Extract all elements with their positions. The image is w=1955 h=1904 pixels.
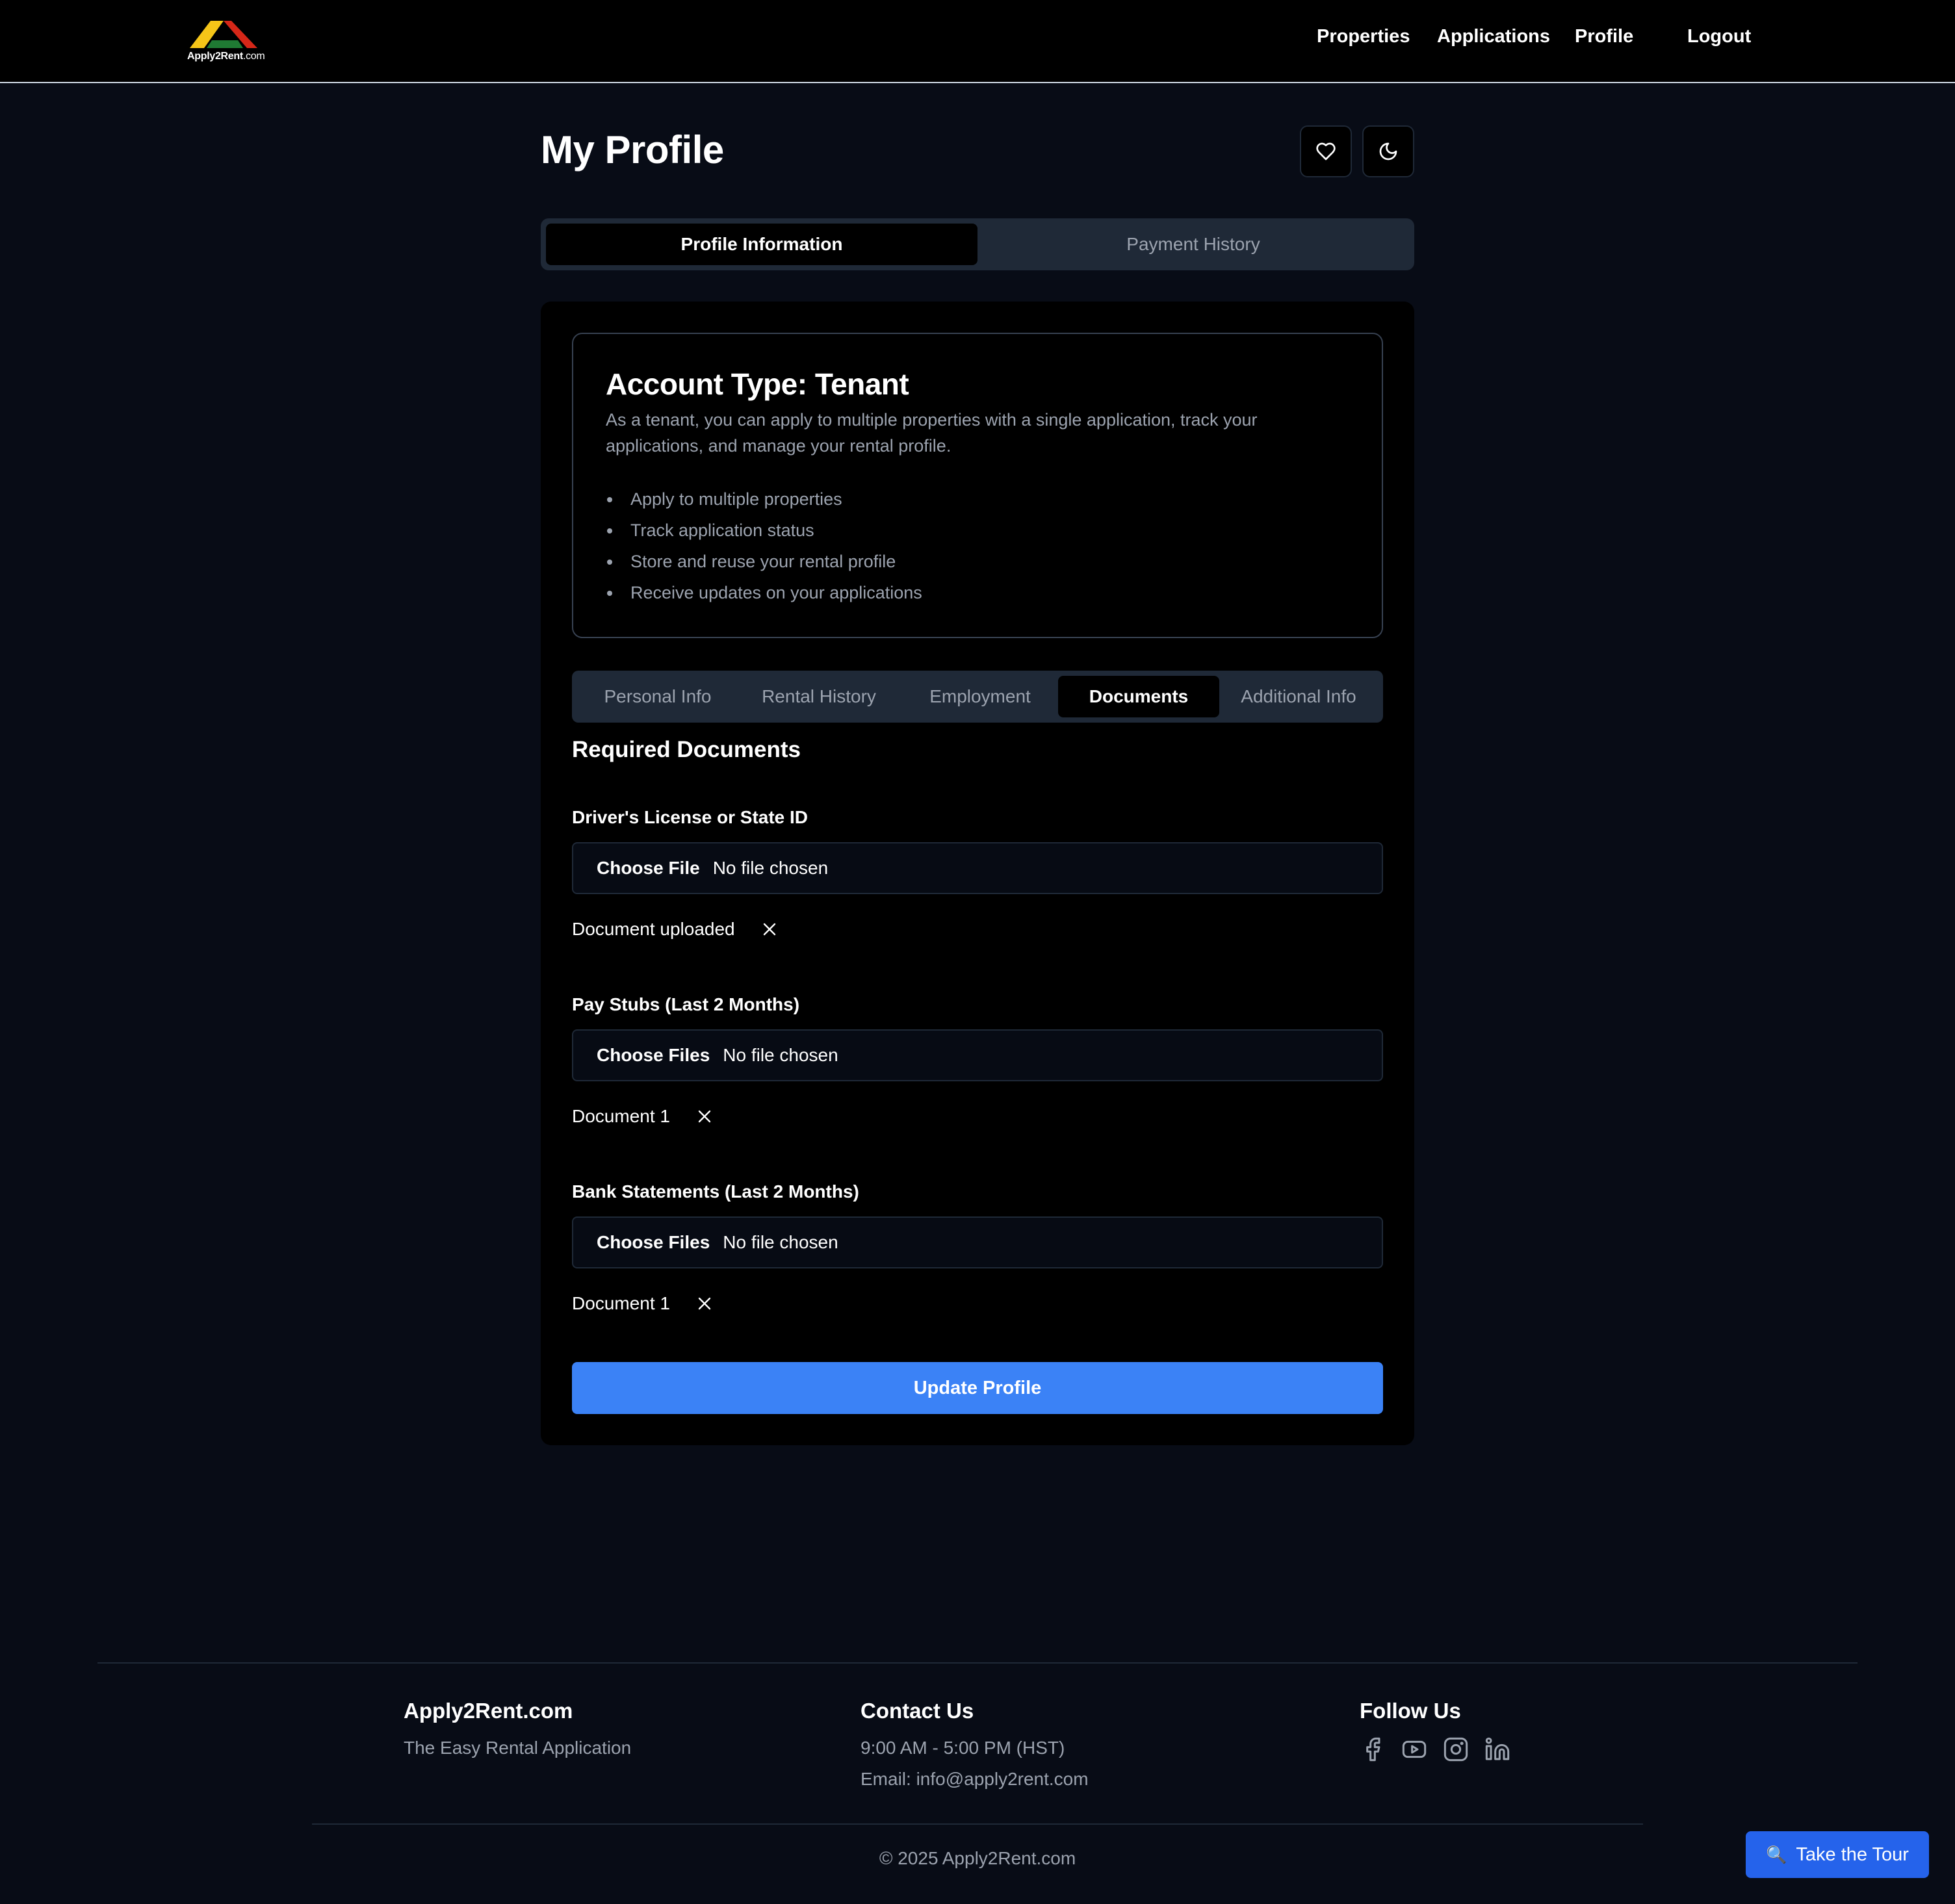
footer-brand-heading: Apply2Rent.com [404, 1699, 573, 1723]
copyright-text: © 2025 Apply2Rent.com [879, 1848, 1076, 1868]
uploaded-document-row: Document uploaded [572, 919, 778, 940]
take-the-tour-button[interactable]: 🔍 Take the Tour [1746, 1831, 1929, 1878]
top-navbar: Apply2Rent.com Properties Applications P… [0, 0, 1955, 83]
uploaded-document-name: Document 1 [572, 1106, 670, 1126]
account-feature-list: Apply to multiple properties Track appli… [606, 483, 922, 608]
page-title: My Profile [541, 128, 724, 172]
account-type-title: Account Type: Tenant [606, 367, 909, 401]
drivers-license-file-input[interactable]: Choose File No file chosen [572, 842, 1383, 894]
heart-icon [1316, 142, 1336, 161]
facebook-icon[interactable] [1360, 1736, 1386, 1762]
file-status-text: No file chosen [712, 858, 829, 878]
nav-profile-link[interactable]: Profile [1575, 26, 1633, 47]
choose-files-button[interactable]: Choose Files [597, 1232, 710, 1253]
apply2rent-logo[interactable]: Apply2Rent.com [186, 18, 265, 64]
logo-wordmark: Apply2Rent.com [187, 51, 265, 62]
uploaded-document-name: Document uploaded [572, 919, 735, 939]
instagram-icon[interactable] [1443, 1736, 1469, 1762]
file-status-text: No file chosen [723, 1045, 838, 1065]
footer-follow-heading: Follow Us [1360, 1699, 1461, 1723]
close-icon[interactable] [696, 1108, 713, 1125]
list-item: Store and reuse your rental profile [606, 546, 922, 577]
footer-email[interactable]: Email: info@apply2rent.com [861, 1769, 1089, 1790]
required-documents-title: Required Documents [572, 737, 801, 762]
uploaded-document-name: Document 1 [572, 1293, 670, 1313]
pay-stubs-label: Pay Stubs (Last 2 Months) [572, 994, 800, 1014]
uploaded-document-row: Document 1 [572, 1106, 713, 1127]
bank-statements-file-input[interactable]: Choose Files No file chosen [572, 1216, 1383, 1268]
close-icon[interactable] [761, 921, 778, 938]
moon-icon [1379, 142, 1397, 161]
pay-stubs-file-input[interactable]: Choose Files No file chosen [572, 1029, 1383, 1081]
nav-applications-link[interactable]: Applications [1437, 26, 1550, 47]
roof-logo-icon [190, 21, 257, 48]
tab-rental-history[interactable]: Rental History [738, 676, 900, 717]
tab-personal-info[interactable]: Personal Info [577, 676, 738, 717]
footer-bottom-divider [312, 1823, 1643, 1825]
footer-divider [97, 1662, 1858, 1664]
tab-profile-information[interactable]: Profile Information [546, 224, 978, 265]
footer-tagline: The Easy Rental Application [404, 1738, 632, 1758]
list-item: Track application status [606, 515, 922, 546]
tab-payment-history[interactable]: Payment History [978, 224, 1409, 265]
theme-toggle-button[interactable] [1362, 125, 1414, 177]
linkedin-icon[interactable] [1484, 1736, 1510, 1762]
favorites-button[interactable] [1300, 125, 1352, 177]
drivers-license-label: Driver's License or State ID [572, 807, 809, 827]
account-type-description: As a tenant, you can apply to multiple p… [606, 410, 1258, 456]
tab-documents[interactable]: Documents [1058, 676, 1219, 717]
nav-logout-link[interactable]: Logout [1687, 26, 1751, 47]
choose-file-button[interactable]: Choose File [597, 858, 700, 879]
tab-employment[interactable]: Employment [900, 676, 1061, 717]
youtube-icon[interactable] [1401, 1736, 1427, 1762]
tour-button-label: Take the Tour [1796, 1844, 1909, 1865]
profile-section-tabs: Personal Info Rental History Employment … [572, 671, 1383, 723]
magnifier-icon: 🔍 [1766, 1844, 1787, 1864]
profile-card: Account Type: Tenant As a tenant, you ca… [541, 302, 1414, 1445]
file-status-text: No file chosen [723, 1232, 838, 1252]
tab-additional-info[interactable]: Additional Info [1218, 676, 1379, 717]
list-item: Receive updates on your applications [606, 577, 922, 608]
update-profile-button[interactable]: Update Profile [572, 1362, 1383, 1414]
footer-hours: 9:00 AM - 5:00 PM (HST) [861, 1738, 1065, 1758]
nav-properties-link[interactable]: Properties [1317, 26, 1410, 47]
close-icon[interactable] [696, 1295, 713, 1312]
account-type-box: Account Type: Tenant As a tenant, you ca… [572, 333, 1383, 638]
list-item: Apply to multiple properties [606, 483, 922, 515]
uploaded-document-row: Document 1 [572, 1293, 713, 1314]
choose-files-button[interactable]: Choose Files [597, 1045, 710, 1066]
bank-statements-label: Bank Statements (Last 2 Months) [572, 1181, 859, 1202]
profile-tabs: Profile Information Payment History [541, 218, 1414, 270]
footer-contact-heading: Contact Us [861, 1699, 974, 1723]
